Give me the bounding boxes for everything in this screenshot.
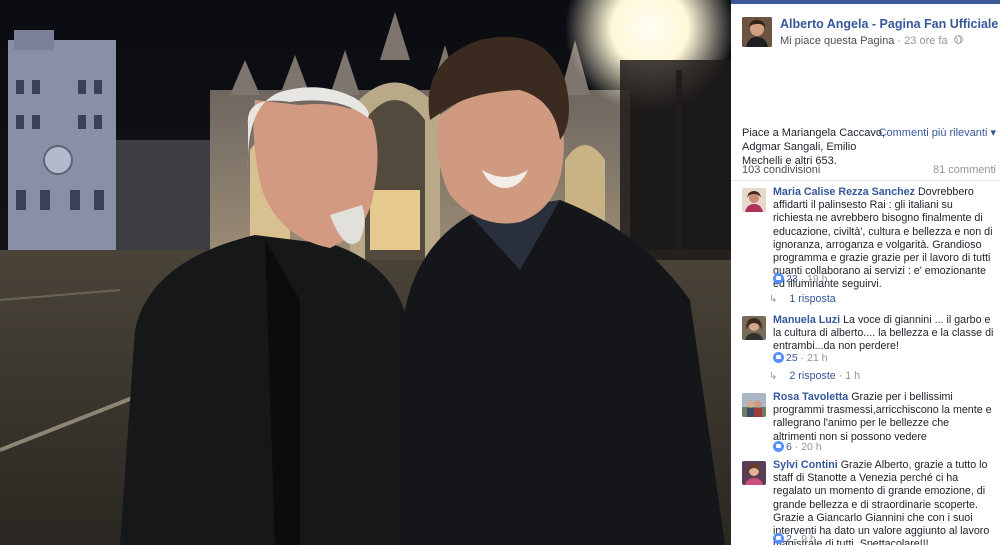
likes-summary[interactable]: Piace a Mariangela Caccavo, Adgmar Sanga… [742, 126, 892, 168]
comment-author[interactable]: Sylvi Contini [773, 459, 838, 471]
commenter-avatar[interactable] [742, 188, 766, 212]
view-replies-link[interactable]: ↳ 1 risposta [769, 293, 836, 305]
comment-time[interactable]: 9 h [801, 533, 816, 545]
like-reaction-icon [773, 352, 784, 363]
comment-author[interactable]: Manuela Luzi [773, 314, 840, 326]
photo-venice-night [0, 0, 731, 545]
comment-body: Rosa Tavoletta Grazie per i bellissimi p… [773, 391, 994, 444]
post-time[interactable]: 23 ore fa [904, 35, 947, 47]
reaction-count[interactable]: 23 [786, 273, 798, 285]
reply-time: 1 h [845, 370, 861, 382]
reaction-count[interactable]: 6 [786, 441, 792, 453]
comment-time[interactable]: 20 h [801, 441, 821, 453]
commenter-avatar[interactable] [742, 316, 766, 340]
commenter-avatar[interactable] [742, 393, 766, 417]
panel-top-border [731, 0, 1000, 4]
post-subline: Mi piace questa Pagina · 23 ore fa [780, 35, 963, 47]
comment-meta: 6 · 20 h [773, 441, 822, 453]
comment-author[interactable]: Rosa Tavoletta [773, 391, 848, 403]
reply-arrow-icon: ↳ [769, 294, 778, 305]
like-reaction-icon [773, 533, 784, 544]
divider [731, 180, 1000, 181]
like-reaction-icon [773, 441, 784, 452]
comment-meta: 2 · 9 h [773, 533, 816, 545]
post-side-panel: Alberto Angela - Pagina Fan Ufficiale Mi… [731, 0, 1000, 545]
commenter-avatar[interactable] [742, 461, 766, 485]
comment-body: Manuela Luzi La voce di giannini ... il … [773, 314, 994, 354]
like-page-link[interactable]: Mi piace questa Pagina [780, 35, 894, 47]
globe-icon [953, 35, 963, 47]
dot-separator: · [897, 35, 902, 47]
post-photo[interactable] [0, 0, 731, 545]
comments-count-link[interactable]: 81 commenti [933, 164, 996, 176]
shares-count-link[interactable]: 103 condivisioni [742, 164, 820, 176]
sort-label: Commenti più rilevanti [878, 127, 988, 139]
post-header: Alberto Angela - Pagina Fan Ufficiale Mi… [742, 15, 998, 51]
reaction-count[interactable]: 25 [786, 352, 798, 364]
comment-time[interactable]: 19 h [807, 273, 827, 285]
page-avatar[interactable] [742, 17, 772, 47]
comment-meta: 25 · 21 h [773, 352, 827, 364]
caret-down-icon: ▾ [990, 127, 996, 139]
comment-author[interactable]: Maria Calise Rezza Sanchez [773, 186, 915, 198]
comment-sort-dropdown[interactable]: Commenti più rilevanti ▾ [879, 126, 996, 140]
comment-meta: 23 · 19 h [773, 273, 827, 285]
page-name-link[interactable]: Alberto Angela - Pagina Fan Ufficiale [780, 17, 998, 31]
reaction-count[interactable]: 2 [786, 533, 792, 545]
reply-arrow-icon: ↳ [769, 371, 778, 382]
replies-label: 2 risposte [789, 370, 836, 382]
like-reaction-icon [773, 273, 784, 284]
view-replies-link[interactable]: ↳ 2 risposte · 1 h [769, 370, 860, 382]
replies-label: 1 risposta [789, 293, 836, 305]
comment-time[interactable]: 21 h [807, 352, 827, 364]
